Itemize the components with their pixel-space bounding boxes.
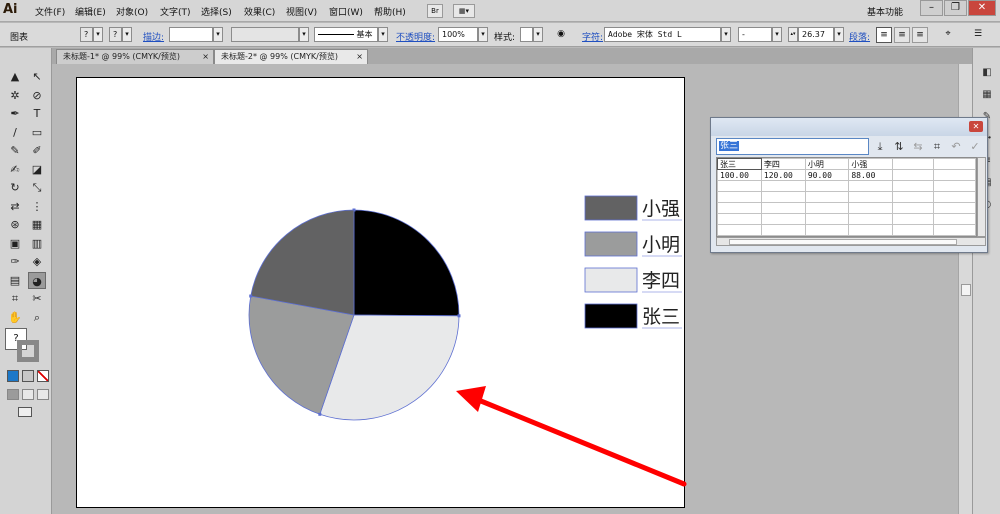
- grid-cell[interactable]: [848, 180, 893, 192]
- pie-slice-张三[interactable]: [353, 209, 460, 317]
- grid-cell[interactable]: [891, 224, 935, 236]
- grid-cell[interactable]: [848, 213, 893, 225]
- grid-row: [717, 213, 976, 225]
- grid-cell[interactable]: [760, 213, 806, 225]
- grid-cell[interactable]: [891, 180, 935, 192]
- cell-entry-value: 张三: [719, 141, 740, 151]
- grid-cell[interactable]: [933, 191, 976, 203]
- grid-cell[interactable]: [933, 169, 976, 181]
- pie-slice-小强[interactable]: [250, 209, 355, 316]
- grid-cell[interactable]: [891, 158, 935, 170]
- grid-cell[interactable]: [717, 213, 762, 225]
- grid-cell[interactable]: [717, 224, 762, 236]
- grid-row: [717, 202, 976, 214]
- cell-style-icon[interactable]: ⌗: [930, 140, 944, 154]
- grid-cell[interactable]: 小明: [804, 158, 850, 170]
- legend-swatch-李四[interactable]: [584, 267, 638, 293]
- revert-icon[interactable]: ↶: [949, 140, 963, 154]
- swatches-panel-icon[interactable]: ▦: [979, 88, 995, 102]
- grid-cell[interactable]: 小强: [848, 158, 893, 170]
- anchor-point: [457, 314, 461, 318]
- scroll-thumb[interactable]: [961, 284, 971, 296]
- grid-cell[interactable]: 88.00: [848, 169, 893, 181]
- grid-cell[interactable]: 90.00: [804, 169, 850, 181]
- grid-cell[interactable]: 100.00: [717, 169, 762, 181]
- grid-cell[interactable]: [804, 213, 850, 225]
- grid-row: 100.00 120.00 90.00 88.00: [717, 169, 976, 181]
- grid-cell[interactable]: [848, 191, 893, 203]
- grid-cell[interactable]: [717, 191, 762, 203]
- grid-cell[interactable]: [717, 180, 762, 192]
- grid-cell[interactable]: [717, 202, 762, 214]
- grid-row: 张三 李四 小明 小强: [717, 158, 976, 170]
- grid-cell[interactable]: [760, 224, 806, 236]
- switch-xy-icon[interactable]: ⇆: [911, 140, 925, 154]
- anchor-point: [318, 412, 322, 416]
- grid-cell[interactable]: 李四: [760, 158, 806, 170]
- grid-cell[interactable]: [804, 191, 850, 203]
- grid-row: [717, 224, 976, 236]
- grid-cell[interactable]: [760, 180, 806, 192]
- grid-cell[interactable]: 120.00: [760, 169, 806, 181]
- grid-vertical-scrollbar[interactable]: [977, 157, 986, 237]
- grid-cell[interactable]: [891, 191, 935, 203]
- grid-scroll-thumb[interactable]: [729, 239, 957, 245]
- close-icon[interactable]: ✕: [969, 121, 983, 132]
- grid-cell[interactable]: [891, 202, 935, 214]
- legend-label[interactable]: 李四: [642, 270, 680, 292]
- legend-label[interactable]: 小强: [642, 198, 680, 220]
- transpose-icon[interactable]: ⇅: [892, 140, 906, 154]
- grid-cell[interactable]: [804, 224, 850, 236]
- pie-chart[interactable]: 小强小明李四张三: [0, 0, 1000, 514]
- graph-data-titlebar[interactable]: ✕: [711, 118, 987, 136]
- grid-cell[interactable]: [848, 224, 893, 236]
- grid-cell[interactable]: [933, 224, 976, 236]
- anchor-point: [249, 294, 253, 298]
- grid-horizontal-scrollbar[interactable]: [716, 237, 986, 246]
- grid-cell[interactable]: [848, 202, 893, 214]
- grid-cell[interactable]: [804, 180, 850, 192]
- grid-cell[interactable]: [933, 158, 976, 170]
- legend-label[interactable]: 张三: [642, 306, 680, 328]
- grid-cell[interactable]: [804, 202, 850, 214]
- grid-cell[interactable]: 张三: [717, 158, 762, 170]
- import-data-icon[interactable]: ⤓: [873, 140, 887, 154]
- grid-cell[interactable]: [933, 213, 976, 225]
- graph-data-window: ✕ 张三 ⤓ ⇅ ⇆ ⌗ ↶ ✓ 张三 李四 小明 小强 100.00 120.00 90.…: [710, 117, 988, 253]
- annotation-arrow-head: [456, 386, 486, 412]
- grid-cell[interactable]: [933, 180, 976, 192]
- legend-swatch-小明[interactable]: [584, 231, 638, 257]
- grid-cell[interactable]: [760, 191, 806, 203]
- cell-entry-input[interactable]: 张三: [716, 138, 869, 155]
- legend-swatch-张三[interactable]: [584, 303, 638, 329]
- color-panel-icon[interactable]: ◧: [979, 66, 995, 80]
- apply-icon[interactable]: ✓: [968, 140, 982, 154]
- grid-cell[interactable]: [891, 213, 935, 225]
- grid-row: [717, 191, 976, 203]
- grid-cell[interactable]: [933, 202, 976, 214]
- grid-cell[interactable]: [891, 169, 935, 181]
- graph-data-grid[interactable]: 张三 李四 小明 小强 100.00 120.00 90.00 88.00: [716, 157, 977, 237]
- annotation-arrow-shaft: [473, 396, 687, 487]
- legend-swatch-小强[interactable]: [584, 195, 638, 221]
- legend-label[interactable]: 小明: [642, 234, 680, 256]
- grid-row: [717, 180, 976, 192]
- grid-cell[interactable]: [760, 202, 806, 214]
